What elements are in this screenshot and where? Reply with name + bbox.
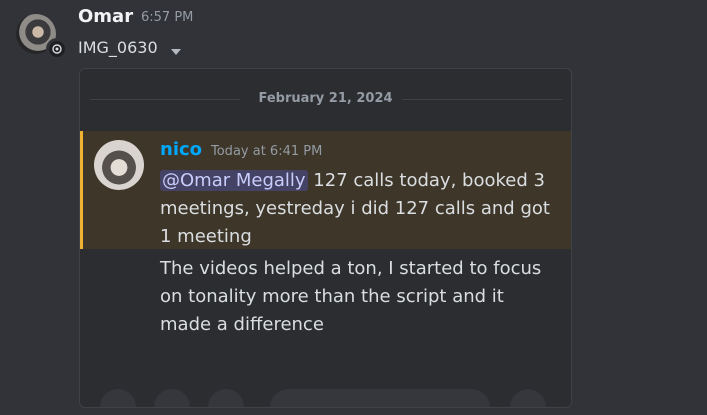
quoted-time: Today at 6:41 PM xyxy=(211,144,323,159)
toolbar-input xyxy=(270,389,490,407)
chevron-down-icon[interactable] xyxy=(170,43,181,55)
app-badge-icon xyxy=(46,38,68,60)
attachment-row[interactable]: IMG_0630 xyxy=(78,38,181,57)
embed-toolbar xyxy=(80,383,571,407)
toolbar-button-1 xyxy=(100,389,136,407)
quoted-avatar xyxy=(94,140,144,190)
user-mention: @Omar Megally xyxy=(160,170,308,191)
message-time: 6:57 PM xyxy=(141,10,194,25)
author-name[interactable]: Omar xyxy=(78,6,133,27)
attachment-name[interactable]: IMG_0630 xyxy=(78,38,158,57)
quoted-followup-message: The videos helped a ton, I started to fo… xyxy=(160,258,542,335)
image-embed: February 21, 2024 nico Today at 6:41 PM … xyxy=(79,68,572,408)
chat-message: Omar 6:57 PM IMG_0630 February 21, 2024 … xyxy=(0,0,707,415)
quoted-message: @Omar Megally 127 calls today, booked 3 … xyxy=(160,167,560,251)
toolbar-button-4 xyxy=(510,389,546,407)
date-separator: February 21, 2024 xyxy=(258,91,393,106)
toolbar-button-2 xyxy=(154,389,190,407)
quoted-author: nico xyxy=(160,139,203,160)
toolbar-button-3 xyxy=(208,389,244,407)
